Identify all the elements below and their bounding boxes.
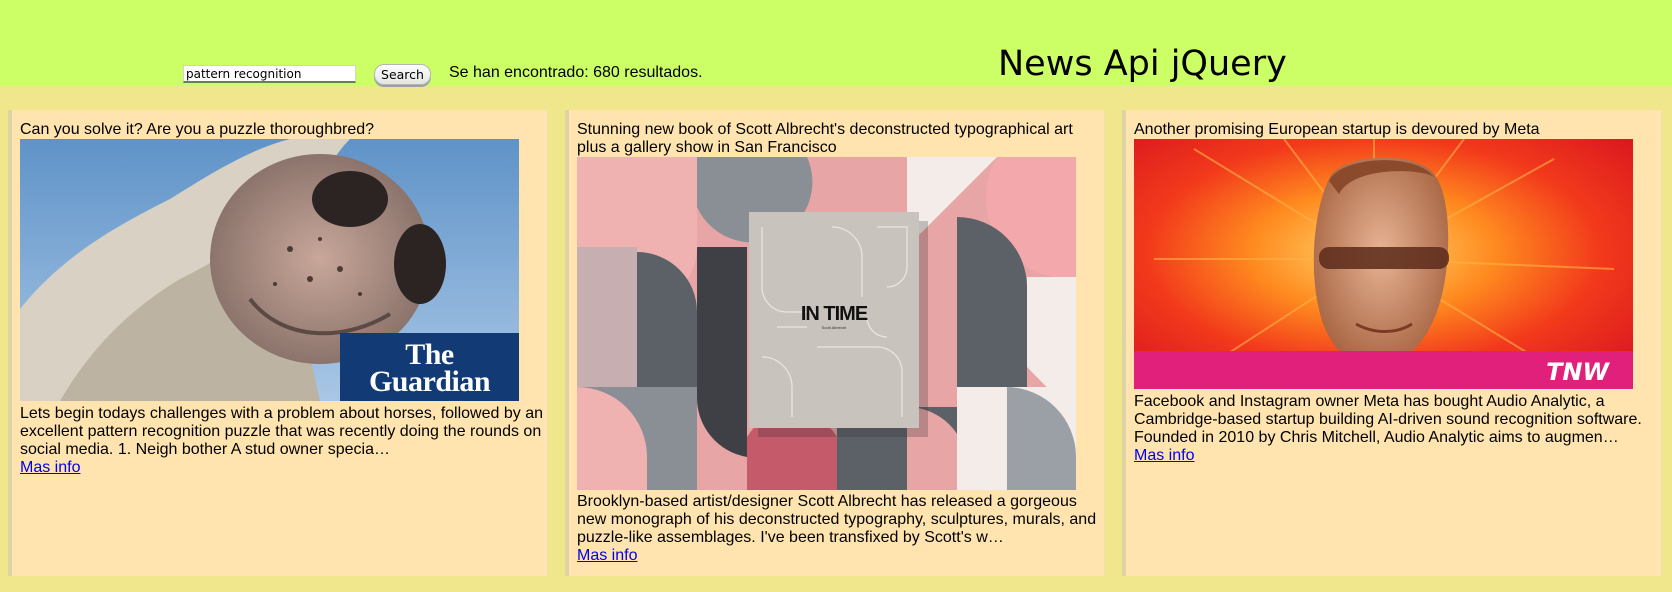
page-header: Search Se han encontrado: 680 resultados… [0,0,1672,86]
book-author: Scott Albrecht [822,325,848,330]
book-title: IN TIME [801,303,868,325]
article-description: Facebook and Instagram owner Meta has bo… [1134,393,1642,446]
search-input[interactable] [183,65,356,83]
page-title: News Api jQuery [998,44,1287,84]
article-card: Can you solve it? Are you a puzzle thoro… [8,110,548,576]
article-title: Another promising European startup is de… [1134,121,1540,138]
more-info-link[interactable]: Mas info [20,459,80,477]
article-card: Stunning new book of Scott Albrecht's de… [565,110,1105,576]
guardian-logo: The Guardian [340,333,519,401]
article-image-book: IN TIME Scott Albrecht [577,157,1076,490]
article-image-horse: The Guardian [20,139,519,401]
article-title: Stunning new book of Scott Albrecht's de… [577,121,1073,156]
search-button[interactable]: Search [374,64,431,85]
typographic-art-photo: IN TIME Scott Albrecht [577,157,1076,490]
more-info-link[interactable]: Mas info [577,547,637,565]
article-card: Another promising European startup is de… [1122,110,1662,576]
more-info-link[interactable]: Mas info [1134,447,1194,465]
meta-ceo-photo: TNW [1134,139,1633,389]
tnw-logo: TNW [1546,358,1610,386]
article-title: Can you solve it? Are you a puzzle thoro… [20,121,375,138]
article-image-meta: TNW [1134,139,1633,389]
article-description: Brooklyn-based artist/designer Scott Alb… [577,493,1097,546]
result-count-text: Se han encontrado: 680 resultados. [449,64,703,81]
article-description: Lets begin todays challenges with a prob… [20,405,543,458]
